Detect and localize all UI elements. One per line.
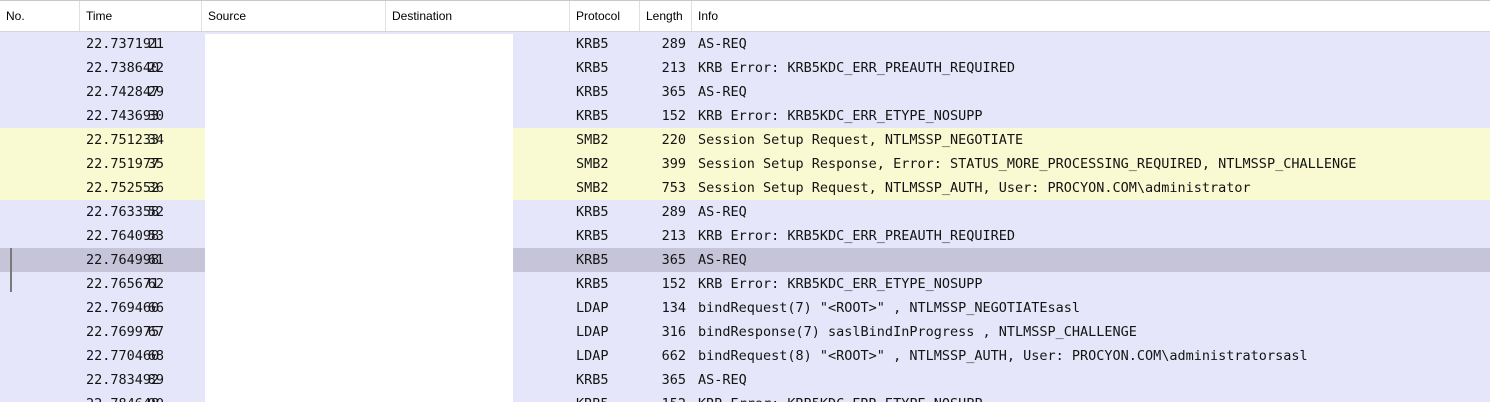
packet-protocol: LDAP [576,348,609,364]
redacted-addresses [205,34,513,402]
packet-time: 22.738640 [86,60,160,76]
packet-length: 134 [661,300,686,316]
packet-time: 22.764098 [86,228,160,244]
column-header-length[interactable]: Length [640,1,692,31]
packet-info: AS-REQ [698,36,747,52]
packet-length: 213 [661,60,686,76]
packet-info: bindRequest(8) "<ROOT>" , NTLMSSP_AUTH, … [698,348,1308,364]
packet-info: KRB Error: KRB5KDC_ERR_PREAUTH_REQUIRED [698,228,1015,244]
packet-protocol: KRB5 [576,36,609,52]
packet-time: 22.769975 [86,324,160,340]
packet-info: KRB Error: KRB5KDC_ERR_ETYPE_NOSUPP [698,392,1488,402]
packet-info: Session Setup Request, NTLMSSP_NEGOTIATE [698,132,1024,148]
packet-length: 365 [661,252,686,268]
packet-length: 220 [661,132,686,148]
packet-protocol: KRB5 [576,276,609,292]
packet-protocol: KRB5 [576,60,609,76]
packet-length: 152 [661,276,686,292]
packet-length: 289 [661,204,686,220]
packet-protocol: SMB2 [576,132,609,148]
packet-length: 399 [661,156,686,172]
column-header-protocol[interactable]: Protocol [570,1,640,31]
packet-info: AS-REQ [698,372,747,388]
packet-protocol: SMB2 [576,180,609,196]
packet-protocol: KRB5 [576,84,609,100]
packet-info: bindResponse(7) saslBindInProgress , NTL… [698,324,1137,340]
packet-time: 22.751233 [86,132,160,148]
packet-protocol: KRB5 [576,204,609,220]
packet-info: AS-REQ [698,252,747,268]
packet-info: Session Setup Response, Error: STATUS_MO… [698,156,1357,172]
packet-length: 289 [661,36,686,52]
packet-length: 213 [661,228,686,244]
packet-protocol: KRB5 [576,228,609,244]
packet-length: 152 [661,108,686,124]
column-header-destination[interactable]: Destination [386,1,570,31]
column-header-time[interactable]: Time [80,1,202,31]
packet-info: KRB Error: KRB5KDC_ERR_ETYPE_NOSUPP [698,108,983,124]
packet-info: Session Setup Request, NTLMSSP_AUTH, Use… [698,180,1251,196]
packet-length: 662 [661,348,686,364]
packet-time: 22.763358 [86,204,160,220]
packet-time: 22.784648 [86,392,200,402]
packet-protocol: KRB5 [576,372,609,388]
packet-time: 22.751977 [86,156,160,172]
packet-time: 22.743693 [86,108,160,124]
packet-protocol: SMB2 [576,156,609,172]
packet-time: 22.737191 [86,36,160,52]
packet-protocol: LDAP [576,300,609,316]
packet-protocol: KRB5 [576,392,636,402]
packet-time: 22.769460 [86,300,160,316]
related-packet-marker [10,248,12,292]
packet-length: 365 [661,84,686,100]
packet-time: 22.752552 [86,180,160,196]
column-header-source[interactable]: Source [202,1,386,31]
packet-info: KRB Error: KRB5KDC_ERR_PREAUTH_REQUIRED [698,60,1015,76]
packet-info: AS-REQ [698,84,747,100]
packet-time: 22.783492 [86,372,160,388]
packet-info: KRB Error: KRB5KDC_ERR_ETYPE_NOSUPP [698,276,983,292]
packet-info: AS-REQ [698,204,747,220]
packet-time: 22.770460 [86,348,160,364]
packet-info: bindRequest(7) "<ROOT>" , NTLMSSP_NEGOTI… [698,300,1081,316]
packet-protocol: KRB5 [576,108,609,124]
packet-length: 753 [661,180,686,196]
packet-protocol: LDAP [576,324,609,340]
packet-length: 152 [640,392,686,402]
packet-length: 316 [661,324,686,340]
packet-time: 22.765671 [86,276,160,292]
packet-list-header: No. Time Source Destination Protocol Len… [0,1,1490,32]
packet-length: 365 [661,372,686,388]
packet-time: 22.742847 [86,84,160,100]
packet-protocol: KRB5 [576,252,609,268]
column-header-info[interactable]: Info [692,1,1490,31]
column-header-no[interactable]: No. [0,1,80,31]
packet-time: 22.764998 [86,252,160,268]
